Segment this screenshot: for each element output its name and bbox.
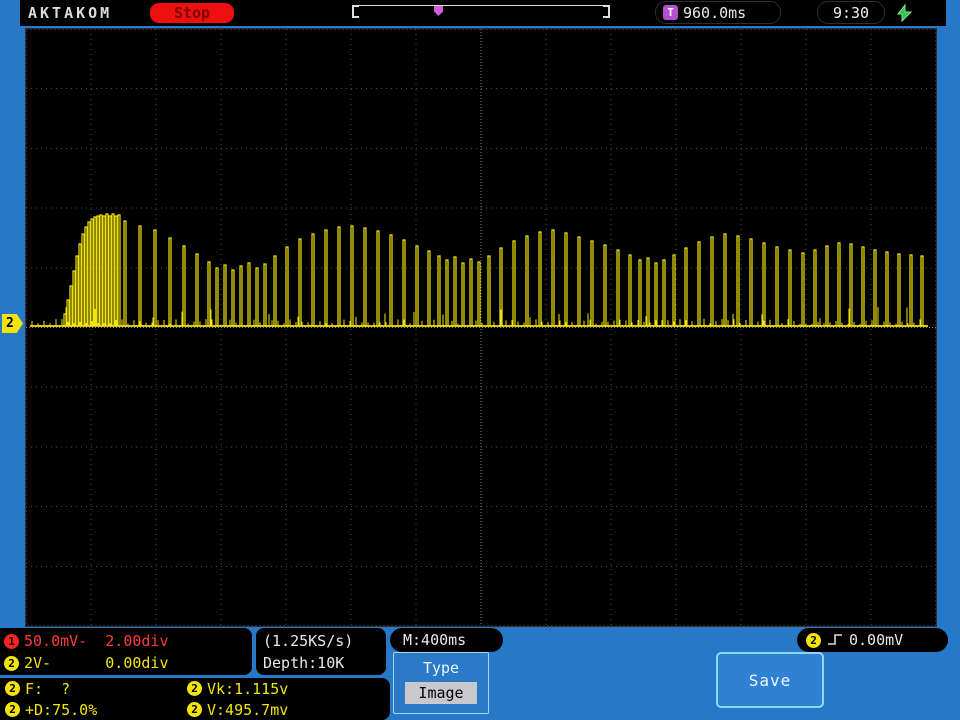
softmenu-type-label: Type bbox=[422, 659, 460, 677]
trigger-level-pill: 2 0.00mV bbox=[797, 628, 948, 652]
measure-vk: 2 Vk:1.115v bbox=[187, 678, 390, 699]
memory-depth-readout: Depth:10K bbox=[263, 654, 345, 672]
softmenu-type-value[interactable]: Image bbox=[405, 682, 477, 704]
trigger-time-value: 960.0ms bbox=[683, 3, 747, 22]
ch2-settings-row: 2 2V- 0.00div bbox=[4, 652, 252, 674]
sample-rate-readout: (1.25KS/s) bbox=[263, 632, 354, 650]
ch1-settings-row: 1 50.0mV- 2.00div bbox=[4, 630, 252, 652]
ch2-scale-readout: 2V- 0.00div bbox=[24, 654, 169, 672]
ch1-scale-readout: 50.0mV- 2.00div bbox=[24, 632, 169, 650]
meas-value: V:495.7mv bbox=[207, 700, 289, 719]
record-window-left-bracket bbox=[352, 5, 359, 18]
timebase-readout: M:400ms bbox=[403, 631, 467, 649]
record-window-bar bbox=[352, 5, 610, 19]
trigger-time-readout: T 960.0ms bbox=[655, 1, 781, 24]
ch1-badge: 1 bbox=[4, 633, 19, 649]
clock: 9:30 bbox=[817, 1, 885, 24]
channel-settings-block: 1 50.0mV- 2.00div 2 2V- 0.00div bbox=[0, 628, 252, 675]
trigger-level-readout: 0.00mV bbox=[849, 631, 904, 649]
record-window-line bbox=[354, 5, 608, 6]
waveform-svg bbox=[26, 29, 936, 626]
acquisition-status-badge: Stop bbox=[150, 3, 234, 23]
timebase-readout-pill: M:400ms bbox=[390, 628, 503, 652]
brand-logo: AKTAKOM bbox=[28, 4, 113, 22]
measure-voltage: 2 V:495.7mv bbox=[187, 699, 390, 720]
channel2-position-marker[interactable]: 2 bbox=[2, 314, 23, 333]
meas-badge: 2 bbox=[5, 681, 20, 696]
meas-badge: 2 bbox=[187, 681, 202, 696]
top-status-bar: AKTAKOM Stop T 960.0ms 9:30 bbox=[20, 0, 946, 26]
record-window-right-bracket bbox=[603, 5, 610, 18]
oscilloscope-screen: AKTAKOM Stop T 960.0ms 9:30 2 1 50.0mV- … bbox=[0, 0, 960, 720]
trigger-t-icon: T bbox=[663, 5, 678, 20]
waveform-display bbox=[25, 28, 937, 627]
meas-badge: 2 bbox=[187, 702, 202, 717]
acquisition-info-block: (1.25KS/s) Depth:10K bbox=[256, 628, 386, 675]
trigger-source-badge: 2 bbox=[806, 632, 821, 648]
meas-value: +D:75.0% bbox=[25, 700, 98, 719]
meas-value: F: ? bbox=[25, 679, 71, 698]
save-button[interactable]: Save bbox=[716, 652, 824, 708]
measurements-block: 2 F: ? 2 Vk:1.115v 2 +D:75.0% 2 V:495.7m… bbox=[0, 678, 390, 720]
ch2-badge: 2 bbox=[4, 655, 19, 671]
measure-duty: 2 +D:75.0% bbox=[5, 699, 187, 720]
softmenu-type[interactable]: Type Image bbox=[393, 652, 489, 714]
rising-edge-icon bbox=[827, 631, 843, 650]
trigger-position-marker[interactable] bbox=[434, 6, 443, 16]
measure-frequency: 2 F: ? bbox=[5, 678, 187, 699]
usb-status-icon bbox=[894, 3, 914, 23]
meas-badge: 2 bbox=[5, 702, 20, 717]
meas-value: Vk:1.115v bbox=[207, 679, 289, 698]
